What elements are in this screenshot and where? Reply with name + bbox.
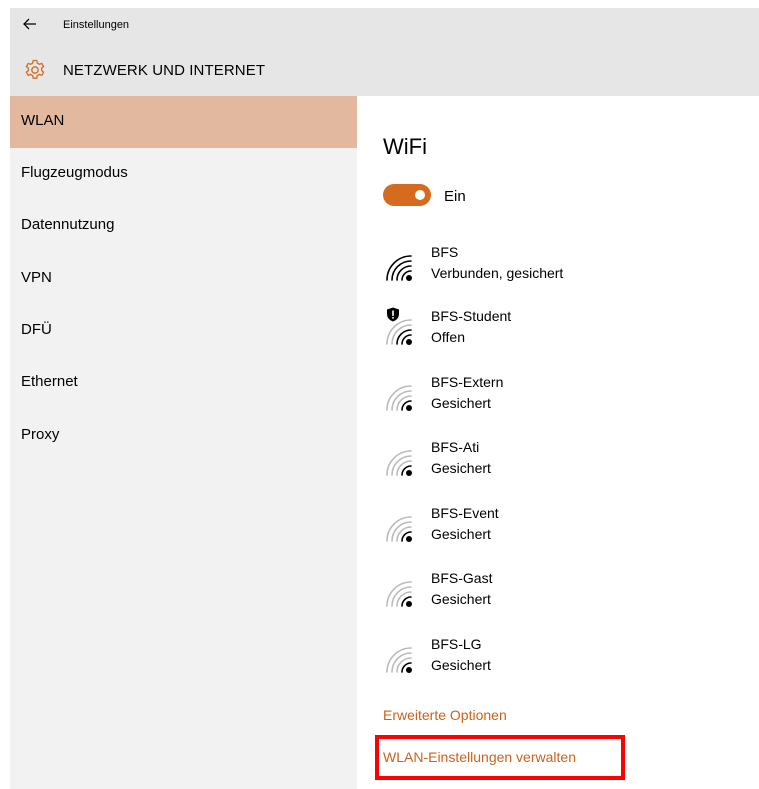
sidebar-item-label: DFÜ bbox=[21, 321, 52, 338]
network-item-bfs-ati[interactable]: BFS-Ati Gesichert bbox=[383, 439, 743, 495]
section-title: NETZWERK UND INTERNET bbox=[63, 62, 266, 79]
network-item-bfs-event[interactable]: BFS-Event Gesichert bbox=[383, 505, 743, 561]
advanced-options-link[interactable]: Erweiterte Optionen bbox=[383, 707, 507, 723]
network-status: Gesichert bbox=[431, 395, 491, 411]
wifi-signal-icon bbox=[386, 647, 412, 673]
sidebar-item-wlan[interactable]: WLAN bbox=[10, 96, 357, 148]
page-title: WiFi bbox=[383, 134, 427, 159]
network-status: Offen bbox=[431, 329, 465, 345]
network-status: Gesichert bbox=[431, 526, 491, 542]
gear-icon bbox=[25, 59, 45, 79]
network-item-bfs-extern[interactable]: BFS-Extern Gesichert bbox=[383, 374, 743, 430]
sidebar-item-label: Ethernet bbox=[21, 373, 78, 390]
network-ssid: BFS-Event bbox=[431, 505, 499, 521]
shield-warning-icon bbox=[387, 307, 399, 322]
highlight-box bbox=[375, 735, 625, 780]
wifi-signal-icon bbox=[386, 450, 412, 476]
network-ssid: BFS-Extern bbox=[431, 374, 504, 390]
sidebar-item-vpn[interactable]: VPN bbox=[10, 253, 357, 305]
network-status: Gesichert bbox=[431, 591, 491, 607]
sidebar-item-ethernet[interactable]: Ethernet bbox=[10, 357, 357, 409]
wifi-signal-icon bbox=[386, 385, 412, 411]
sidebar-item-dfu[interactable]: DFÜ bbox=[10, 305, 357, 357]
sidebar-item-label: Proxy bbox=[21, 426, 60, 443]
network-ssid: BFS-Gast bbox=[431, 570, 493, 586]
network-item-bfs-gast[interactable]: BFS-Gast Gesichert bbox=[383, 570, 743, 626]
main-content: WiFi Ein BFS Verbunden, gesichert BFS-St… bbox=[357, 96, 759, 789]
wifi-signal-icon bbox=[386, 255, 412, 281]
sidebar-item-proxy[interactable]: Proxy bbox=[10, 410, 357, 462]
app-title: Einstellungen bbox=[63, 19, 130, 31]
sidebar-item-label: Datennutzung bbox=[21, 216, 115, 233]
network-ssid: BFS-Ati bbox=[431, 439, 480, 455]
network-item-bfs-student[interactable]: BFS-Student Offen bbox=[383, 307, 743, 364]
sidebar-item-flugzeugmodus[interactable]: Flugzeugmodus bbox=[10, 148, 357, 200]
network-ssid: BFS-Student bbox=[431, 308, 512, 324]
wifi-signal-icon bbox=[386, 516, 412, 542]
network-item-bfs-lg[interactable]: BFS-LG Gesichert bbox=[383, 636, 743, 692]
sidebar-item-label: WLAN bbox=[21, 112, 65, 129]
sidebar-item-datennutzung[interactable]: Datennutzung bbox=[10, 200, 357, 252]
sidebar-item-label: Flugzeugmodus bbox=[21, 164, 128, 181]
network-status: Verbunden, gesichert bbox=[431, 265, 564, 281]
network-item-bfs[interactable]: BFS Verbunden, gesichert bbox=[383, 244, 743, 300]
network-status: Gesichert bbox=[431, 657, 491, 673]
sidebar-item-label: VPN bbox=[21, 269, 52, 286]
title-bar: Einstellungen bbox=[10, 8, 759, 50]
network-ssid: BFS bbox=[431, 244, 459, 260]
network-status: Gesichert bbox=[431, 460, 491, 476]
network-ssid: BFS-LG bbox=[431, 636, 482, 652]
toggle-label: Ein bbox=[444, 188, 466, 205]
toggle-knob bbox=[415, 190, 425, 200]
wifi-toggle[interactable] bbox=[383, 184, 431, 206]
wifi-signal-icon bbox=[386, 581, 412, 607]
sidebar: WLAN Flugzeugmodus Datennutzung VPN DFÜ … bbox=[10, 96, 357, 789]
back-arrow-icon[interactable] bbox=[20, 14, 40, 34]
page-header: NETZWERK UND INTERNET bbox=[10, 50, 759, 96]
